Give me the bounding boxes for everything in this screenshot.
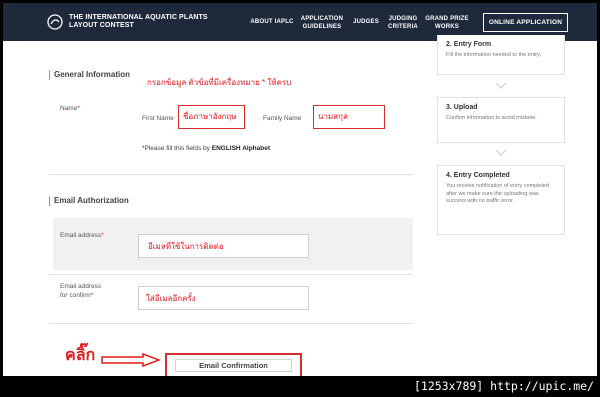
step-4-title: 4. Entry Completed	[446, 172, 510, 179]
nav-guidelines-line1: APPLICATION	[300, 16, 344, 22]
nav-judges[interactable]: JUDGES	[348, 19, 384, 27]
required-mark: *	[77, 105, 80, 112]
english-helper-text: *Please fill this fields by ENGLISH Alph…	[142, 145, 272, 152]
step-2-title: 2. Entry Form	[446, 41, 492, 48]
nav-grand-prize-works[interactable]: GRAND PRIZE WORKS	[421, 16, 473, 31]
email-required-mark: *	[101, 232, 104, 239]
upload-watermark: [1253x789] http://upic.me/	[413, 379, 594, 393]
email-confirm-label-line2: for confirm	[60, 292, 91, 299]
nav-grand-prize-line2: WORKS	[435, 23, 459, 30]
email-confirmation-label: Email Confirmation	[199, 361, 268, 370]
online-application-button[interactable]: ONLINE APPLICATION	[483, 13, 568, 32]
name-label-text: Name	[60, 105, 78, 112]
logo-text: THE INTERNATIONAL AQUATIC PLANTS LAYOUT …	[69, 14, 219, 30]
logo-line-1: THE INTERNATIONAL AQUATIC PLANTS	[69, 14, 208, 21]
email-address-value: อีเมลที่ใช้ในการติดต่อ	[148, 242, 224, 251]
confirm-required-mark: *	[90, 292, 94, 299]
step-3-title: 3. Upload	[446, 104, 478, 111]
helper-prefix: *Please fill this fields by	[142, 145, 212, 152]
general-information-title: General Information	[49, 70, 130, 80]
chevron-down-icon	[495, 82, 507, 89]
row-divider	[49, 274, 413, 275]
family-name-label: Family Name	[263, 115, 302, 122]
email-confirm-input[interactable]: ใส่อีเมลอีกครั้ง	[138, 286, 309, 310]
email-confirm-label-line1: Email address	[60, 283, 102, 290]
entry-form: General Information กรอกข้อมูล ตัวข้อที่…	[41, 41, 413, 376]
nav-criteria-line2: CRITERIA	[388, 23, 418, 30]
nav-grand-prize-line1: GRAND PRIZE	[425, 16, 469, 22]
logo-icon	[47, 14, 63, 30]
first-name-input[interactable]: ชื่อภาษาอังกฤษ	[178, 105, 245, 129]
email-authorization-title: Email Authorization	[49, 196, 129, 206]
email-address-input[interactable]: อีเมลที่ใช้ในการติดต่อ	[138, 234, 309, 258]
email-confirm-value: ใส่อีเมลอีกครั้ง	[146, 294, 196, 303]
click-annotation: คลิ๊ก	[65, 347, 96, 364]
email-address-label: Email address*	[60, 231, 104, 240]
email-confirm-label: Email address for confirm*	[60, 282, 101, 300]
first-name-value: ชื่อภาษาอังกฤษ	[183, 112, 237, 121]
family-name-input[interactable]: นามสกุล	[313, 105, 385, 129]
site-logo[interactable]: THE INTERNATIONAL AQUATIC PLANTS LAYOUT …	[47, 14, 219, 30]
name-label: Name*	[60, 104, 80, 113]
step-upload: 3. Upload Confirm information to avoid m…	[437, 97, 565, 143]
screenshot-frame: THE INTERNATIONAL AQUATIC PLANTS LAYOUT …	[0, 0, 600, 397]
first-name-label: First Name	[142, 115, 174, 122]
section-divider	[49, 174, 413, 175]
fill-required-annotation: กรอกข้อมูล ตัวข้อที่มีเครื่องหมาย * ให้ค…	[147, 78, 292, 87]
nav-guidelines-line2: GUIDELINES	[302, 23, 342, 30]
family-name-value: นามสกุล	[318, 112, 348, 121]
nav-criteria-line1: JUDGING	[388, 16, 418, 22]
step-entry-form: 2. Entry Form Fill the information neede…	[437, 35, 565, 75]
nav-about[interactable]: ABOUT IAPLC	[247, 19, 297, 27]
chevron-down-icon	[495, 149, 507, 156]
row-divider-2	[49, 323, 413, 324]
email-address-label-text: Email address	[60, 232, 102, 239]
step-3-desc: Confirm information to avoid mistake.	[446, 115, 537, 121]
arrow-right-icon	[101, 353, 161, 367]
nav-application-guidelines[interactable]: APPLICATION GUIDELINES	[297, 16, 347, 31]
helper-bold: ENGLISH Alphabet	[211, 145, 270, 152]
step-4-desc: You receive notification of entry comple…	[446, 183, 550, 204]
logo-line-2: LAYOUT CONTEST	[69, 22, 134, 29]
step-entry-completed: 4. Entry Completed You receive notificat…	[437, 165, 565, 235]
step-2-desc: Fill the information needed to the entry…	[446, 52, 541, 58]
email-confirmation-button[interactable]: Email Confirmation	[165, 353, 302, 376]
page: THE INTERNATIONAL AQUATIC PLANTS LAYOUT …	[3, 3, 597, 376]
nav-judging-criteria[interactable]: JUDGING CRITERIA	[381, 16, 425, 31]
nav-judges-label: JUDGES	[353, 19, 379, 25]
nav-about-label: ABOUT IAPLC	[250, 19, 294, 25]
helper-suffix: .	[270, 145, 272, 152]
